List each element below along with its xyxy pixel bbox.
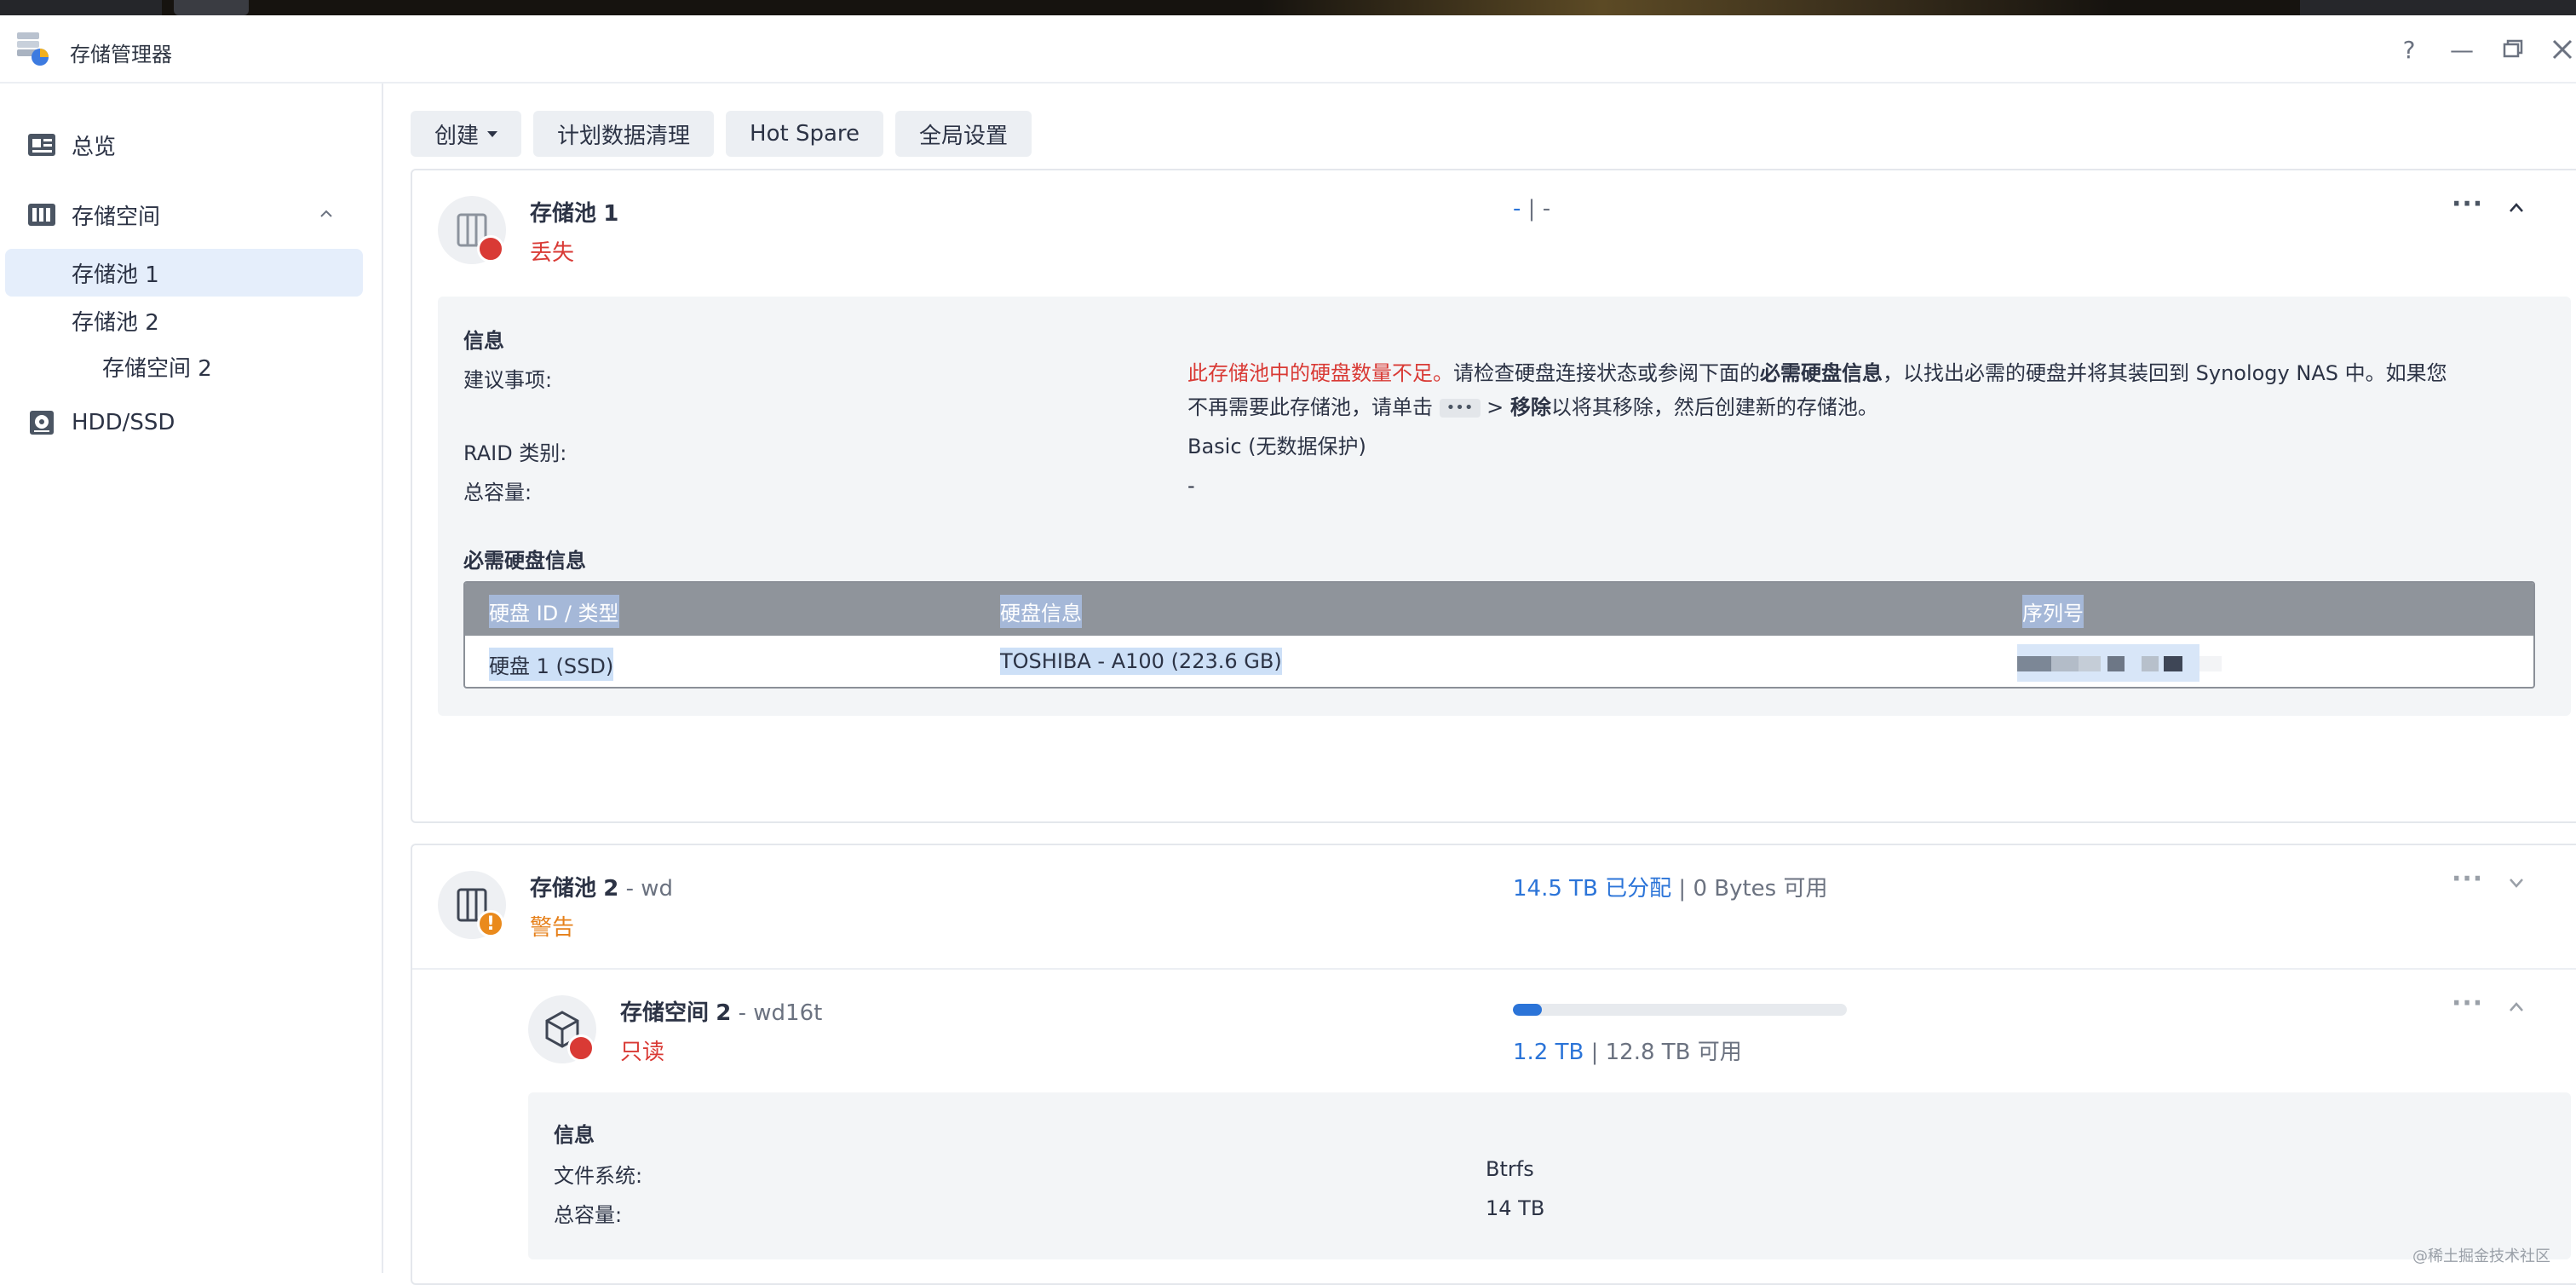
sidebar-item-volume-2[interactable]: 存储空间 2 bbox=[5, 343, 363, 390]
raid-value: Basic (无数据保护) bbox=[1187, 435, 1366, 458]
minimize-button[interactable]: — bbox=[2445, 32, 2479, 66]
sidebar-item-pool-1[interactable]: 存储池 1 bbox=[5, 249, 363, 297]
required-disk-table: 硬盘 ID / 类型 硬盘信息 序列号 硬盘 1 (SSD) TOSHIBA -… bbox=[463, 581, 2535, 689]
chevron-down-icon[interactable] bbox=[2508, 874, 2525, 891]
storage-icon bbox=[28, 204, 55, 226]
column-header-disk-id: 硬盘 ID / 类型 bbox=[489, 595, 619, 628]
raid-label: RAID 类别: bbox=[463, 441, 567, 465]
volume-usage-fill bbox=[1513, 1004, 1542, 1016]
caret-down-icon bbox=[487, 130, 498, 137]
more-options-icon[interactable]: ··· bbox=[2452, 988, 2483, 1018]
pool-2-usage: 14.5 TB 已分配 | 0 Bytes 可用 bbox=[1513, 876, 1828, 902]
error-badge-icon: ! bbox=[477, 235, 504, 262]
filesystem-value: Btrfs bbox=[1486, 1157, 1534, 1181]
info-heading: 信息 bbox=[463, 329, 504, 353]
sidebar: 总览 存储空间 存储池 1 存储池 2 存储空间 2 HDD/SSD bbox=[0, 84, 383, 1273]
watermark: @稀土掘金技术社区 bbox=[2412, 1248, 2550, 1265]
required-disk-heading: 必需硬盘信息 bbox=[463, 549, 586, 573]
warning-badge-icon: ! bbox=[477, 910, 504, 937]
chevron-up-icon[interactable] bbox=[2508, 999, 2525, 1016]
volume-2-name: 存储空间 2 - wd16t bbox=[620, 1000, 823, 1026]
column-header-disk-info: 硬盘信息 bbox=[1000, 595, 1082, 628]
pool-1-info-panel: 信息 建议事项: 此存储池中的硬盘数量不足。请检查硬盘连接状态或参阅下面的必需硬… bbox=[438, 297, 2571, 716]
more-chip: ••• bbox=[1439, 399, 1481, 418]
main-panel: 创建 计划数据清理 Hot Spare 全局设置 ! 存储池 1 丢失 - | … bbox=[385, 84, 2576, 1285]
volume-usage-bar bbox=[1513, 1004, 1847, 1016]
global-settings-button[interactable]: 全局设置 bbox=[895, 111, 1032, 157]
storage-manager-app-icon bbox=[17, 32, 49, 66]
sidebar-item-label: 存储池 2 bbox=[72, 309, 159, 336]
table-cell-disk-id: 硬盘 1 (SSD) bbox=[489, 648, 614, 681]
divider bbox=[412, 968, 2576, 970]
pool-2-name: 存储池 2 - wd bbox=[530, 876, 674, 902]
sidebar-item-label: HDD/SSD bbox=[72, 410, 175, 435]
sidebar-item-storage[interactable]: 存储空间 bbox=[0, 191, 375, 239]
volume-2-status: 只读 bbox=[620, 1040, 665, 1065]
window-titlebar: 存储管理器 ? — bbox=[0, 15, 2576, 84]
table-header bbox=[465, 583, 2533, 636]
pool-2-status: 警告 bbox=[530, 915, 575, 941]
pool-2-card: ! 存储池 2 - wd 警告 14.5 TB 已分配 | 0 Bytes 可用… bbox=[411, 844, 2576, 1285]
pool-1-card: ! 存储池 1 丢失 - | - ··· 信息 建议事项: 此存储池中的硬盘数量… bbox=[411, 169, 2576, 823]
chevron-up-icon[interactable] bbox=[2508, 199, 2525, 216]
more-options-icon[interactable]: ··· bbox=[2452, 864, 2483, 894]
toolbar: 创建 计划数据清理 Hot Spare 全局设置 bbox=[411, 111, 1032, 157]
chevron-up-icon[interactable] bbox=[319, 206, 334, 222]
storage-pool-icon: ! bbox=[438, 196, 506, 264]
hot-spare-button[interactable]: Hot Spare bbox=[726, 111, 884, 157]
capacity-label: 总容量: bbox=[463, 481, 532, 504]
sidebar-item-label: 存储空间 bbox=[72, 204, 161, 230]
storage-pool-icon: ! bbox=[438, 871, 506, 939]
pool-1-name: 存储池 1 bbox=[530, 201, 619, 227]
hdd-icon bbox=[30, 411, 54, 435]
desktop-background-strip bbox=[0, 0, 2576, 15]
create-label: 创建 bbox=[434, 123, 480, 149]
window-title: 存储管理器 bbox=[70, 43, 172, 66]
sidebar-item-overview[interactable]: 总览 bbox=[0, 121, 375, 169]
capacity-value: 14 TB bbox=[1486, 1196, 1545, 1220]
overview-icon bbox=[28, 134, 55, 156]
sidebar-item-pool-2[interactable]: 存储池 2 bbox=[5, 297, 363, 344]
advice-text: 此存储池中的硬盘数量不足。请检查硬盘连接状态或参阅下面的必需硬盘信息，以找出必需… bbox=[1187, 361, 2447, 419]
info-heading: 信息 bbox=[554, 1123, 595, 1147]
serial-number-redacted bbox=[2017, 644, 2222, 682]
restore-window-icon[interactable] bbox=[2496, 32, 2530, 66]
sidebar-item-label: 存储空间 2 bbox=[102, 355, 212, 382]
volume-icon: ! bbox=[528, 995, 596, 1063]
table-cell-disk-info: TOSHIBA - A100 (223.6 GB) bbox=[1000, 648, 1282, 675]
sidebar-item-label: 总览 bbox=[72, 134, 117, 160]
close-icon[interactable] bbox=[2545, 32, 2576, 66]
column-header-serial: 序列号 bbox=[2022, 595, 2084, 628]
volume-2-usage: 1.2 TB | 12.8 TB 可用 bbox=[1513, 1040, 1742, 1065]
filesystem-label: 文件系统: bbox=[554, 1164, 643, 1188]
more-options-icon[interactable]: ··· bbox=[2452, 189, 2483, 219]
error-badge-icon: ! bbox=[567, 1034, 595, 1062]
sidebar-item-hdd-ssd[interactable]: HDD/SSD bbox=[0, 399, 375, 447]
pool-1-status: 丢失 bbox=[530, 240, 575, 266]
create-button[interactable]: 创建 bbox=[411, 111, 522, 157]
capacity-label: 总容量: bbox=[554, 1203, 623, 1227]
volume-2-info-panel: 信息 文件系统: Btrfs 总容量: 14 TB bbox=[528, 1092, 2571, 1259]
help-icon[interactable]: ? bbox=[2392, 32, 2426, 66]
capacity-value: - bbox=[1187, 474, 1195, 498]
schedule-scrubbing-button[interactable]: 计划数据清理 bbox=[533, 111, 715, 157]
advice-label: 建议事项: bbox=[463, 368, 553, 392]
sidebar-item-label: 存储池 1 bbox=[72, 262, 159, 288]
pool-1-usage: - | - bbox=[1513, 196, 1551, 222]
